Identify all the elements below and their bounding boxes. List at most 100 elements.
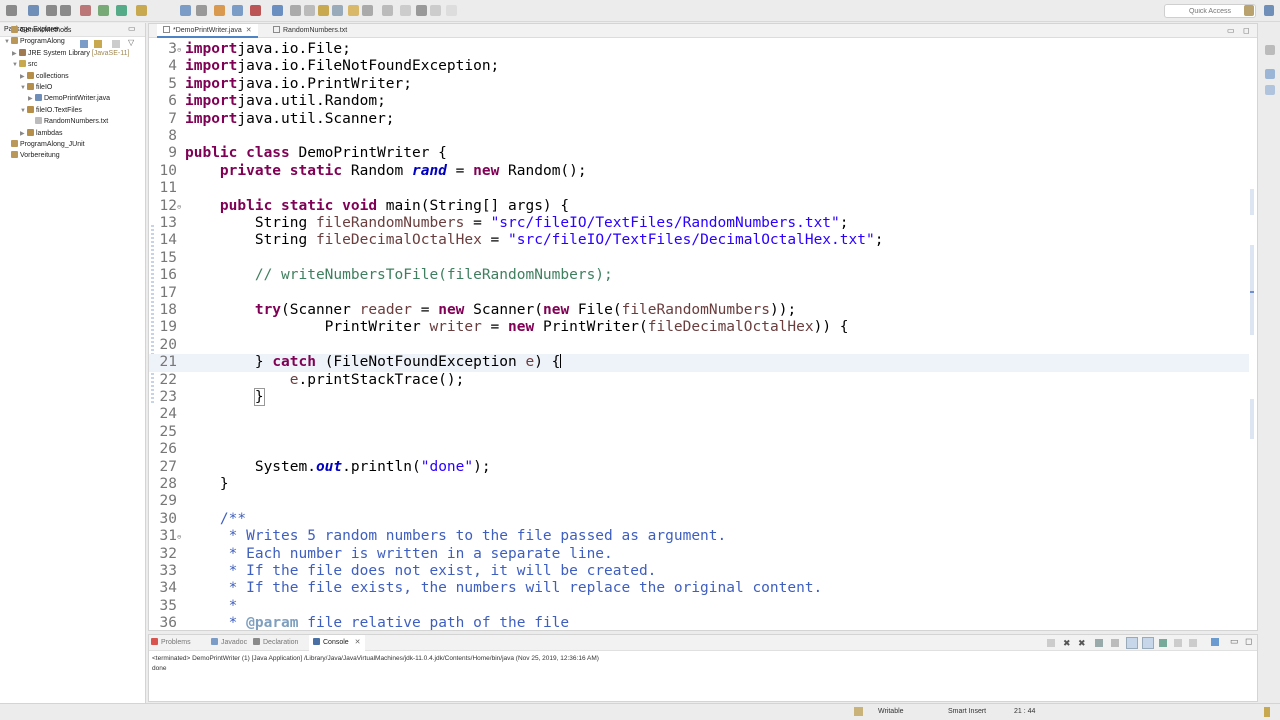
collapse-all-icon[interactable] <box>80 40 88 48</box>
code-line[interactable]: 14 String fileDecimalOctalHex = "src/fil… <box>149 232 1249 249</box>
expand-down-icon[interactable]: ▼ <box>20 106 27 117</box>
display-console-icon[interactable] <box>1174 639 1182 647</box>
code-line[interactable]: 3 ⊖ importjava.io.File; <box>149 41 1249 58</box>
coverage-icon[interactable] <box>116 5 127 16</box>
java-perspective-icon[interactable] <box>1264 5 1274 16</box>
code-line[interactable]: 25 <box>149 424 1249 441</box>
code-line[interactable]: 13 String fileRandomNumbers = "src/fileI… <box>149 215 1249 232</box>
next-annotation-icon[interactable] <box>290 5 301 16</box>
debug-icon[interactable] <box>80 5 91 16</box>
task-list-icon[interactable] <box>1265 69 1275 79</box>
open-console-icon[interactable] <box>1189 639 1197 647</box>
close-icon[interactable]: ✕ <box>246 27 252 34</box>
tree-item[interactable]: GenericMethods <box>4 25 71 36</box>
new-icon[interactable] <box>6 5 17 16</box>
code-line[interactable]: 11 <box>149 180 1249 197</box>
code-line[interactable]: 8 <box>149 128 1249 145</box>
expand-right-icon[interactable]: ▶ <box>28 94 35 105</box>
prev-annotation-icon[interactable] <box>304 5 315 16</box>
tab-javadoc[interactable]: Javadoc <box>211 635 247 651</box>
remove-all-terminated-icon[interactable]: ✖ <box>1078 638 1086 649</box>
tab-console[interactable]: Console ✕ <box>309 635 365 651</box>
pin-icon[interactable] <box>362 5 373 16</box>
tree-item[interactable]: Vorbereitung <box>4 150 60 161</box>
expand-down-icon[interactable]: ▼ <box>20 83 27 94</box>
code-line[interactable]: 7 importjava.util.Scanner; <box>149 111 1249 128</box>
tree-item[interactable]: ▼ src <box>12 59 37 70</box>
code-line[interactable]: 31 ⊖ * Writes 5 random numbers to the fil… <box>149 528 1249 545</box>
code-line[interactable]: 23 } <box>149 388 1249 406</box>
code-line[interactable]: 27 System.out.println("done"); <box>149 459 1249 476</box>
pin-console-icon[interactable] <box>1159 639 1167 647</box>
print-icon[interactable] <box>60 5 71 16</box>
fold-icon[interactable]: ⊖ <box>177 199 181 216</box>
new-package-icon[interactable] <box>196 5 207 16</box>
code-line[interactable]: 15 <box>149 250 1249 267</box>
clear-console-icon[interactable] <box>1095 639 1103 647</box>
code-line[interactable]: 35 * <box>149 598 1249 615</box>
expand-right-icon[interactable]: ▶ <box>20 72 27 83</box>
minimize-icon[interactable]: ▭ <box>1227 26 1235 35</box>
code-line[interactable]: 28 } <box>149 476 1249 493</box>
task-icon[interactable] <box>382 5 393 16</box>
history-icon[interactable] <box>416 5 427 16</box>
code-line[interactable]: 17 <box>149 285 1249 302</box>
tree-item[interactable]: ▶ collections <box>20 71 69 82</box>
forward-icon[interactable] <box>348 5 359 16</box>
tree-item[interactable]: RandomNumbers.txt <box>28 116 108 127</box>
code-line[interactable]: 24 <box>149 406 1249 423</box>
code-line[interactable]: 9 public class DemoPrintWriter { <box>149 145 1249 162</box>
maximize-icon[interactable]: ◻ <box>1243 26 1250 35</box>
code-line[interactable]: 29 <box>149 493 1249 510</box>
new-class-icon[interactable] <box>214 5 225 16</box>
tab-problems[interactable]: Problems <box>151 635 191 651</box>
code-line[interactable]: 12 ⊖ public static void main(String[] arg… <box>149 198 1249 215</box>
new-java-project-icon[interactable] <box>180 5 191 16</box>
code-line[interactable]: 36 * @param file relative path of the fi… <box>149 615 1249 631</box>
save-all-icon[interactable] <box>46 5 57 16</box>
tree-item[interactable]: ▼ ProgramAlong <box>4 36 65 47</box>
editor-tab[interactable]: *DemoPrintWriter.java ✕ <box>157 24 258 38</box>
code-line[interactable]: 4 importjava.io.FileNotFoundException; <box>149 58 1249 75</box>
scroll-lock-icon[interactable] <box>1111 639 1119 647</box>
code-line[interactable]: 22 e.printStackTrace(); <box>149 372 1249 389</box>
external-tools-icon[interactable] <box>136 5 147 16</box>
run-icon[interactable] <box>98 5 109 16</box>
tree-item[interactable]: ▼ fileIO.TextFiles <box>20 105 82 116</box>
new-console-icon[interactable] <box>1211 638 1219 646</box>
code-area[interactable]: 3 ⊖ importjava.io.File; 4 importjava.io.File… <box>149 39 1257 631</box>
remove-launch-icon[interactable]: ✖ <box>1063 638 1071 649</box>
tree-item[interactable]: ▼ fileIO <box>20 82 52 93</box>
code-line[interactable]: 30 /** <box>149 511 1249 528</box>
expand-right-icon[interactable]: ▶ <box>20 129 27 140</box>
fold-icon[interactable]: ⊖ <box>177 42 181 59</box>
perspective-icon[interactable] <box>430 5 441 16</box>
code-line[interactable]: 21 } catch (FileNotFoundException e) { <box>149 354 1249 372</box>
code-line[interactable]: 26 <box>149 441 1249 458</box>
code-line[interactable]: 18 try(Scanner reader = new Scanner(new … <box>149 302 1249 319</box>
maximize-icon[interactable]: ◻ <box>1245 636 1252 647</box>
expand-down-icon[interactable]: ▼ <box>4 37 11 48</box>
tree-item[interactable]: ▶ JRE System Library [JavaSE-11] <box>12 48 129 59</box>
code-line[interactable]: 34 * If the file exists, the numbers wil… <box>149 580 1249 597</box>
code-line[interactable]: 32 * Each number is written in a separat… <box>149 546 1249 563</box>
close-icon[interactable]: ✕ <box>353 639 361 646</box>
view-menu-icon[interactable]: ▽ <box>128 38 134 47</box>
tab-declaration[interactable]: Declaration <box>253 635 298 651</box>
code-line[interactable]: 19 PrintWriter writer = new PrintWriter(… <box>149 319 1249 336</box>
minimize-icon[interactable]: ▭ <box>1230 636 1239 647</box>
open-perspective-icon[interactable] <box>1244 5 1254 16</box>
save-icon[interactable] <box>28 5 39 16</box>
link-with-editor-icon[interactable] <box>94 40 102 48</box>
extra-icon[interactable] <box>446 5 457 16</box>
code-line[interactable]: 16 // writeNumbersToFile(fileRandomNumbe… <box>149 267 1249 284</box>
outline-icon[interactable] <box>1265 85 1275 95</box>
last-edit-icon[interactable] <box>318 5 329 16</box>
refresh-icon[interactable] <box>400 5 411 16</box>
show-on-stderr-icon[interactable] <box>1142 637 1154 649</box>
open-type-icon[interactable] <box>232 5 243 16</box>
show-on-stdout-icon[interactable] <box>1126 637 1138 649</box>
minimize-icon[interactable]: ▭ <box>128 24 136 33</box>
tree-item[interactable]: ▶ DemoPrintWriter.java <box>28 93 110 104</box>
toggle-mark-icon[interactable] <box>272 5 283 16</box>
